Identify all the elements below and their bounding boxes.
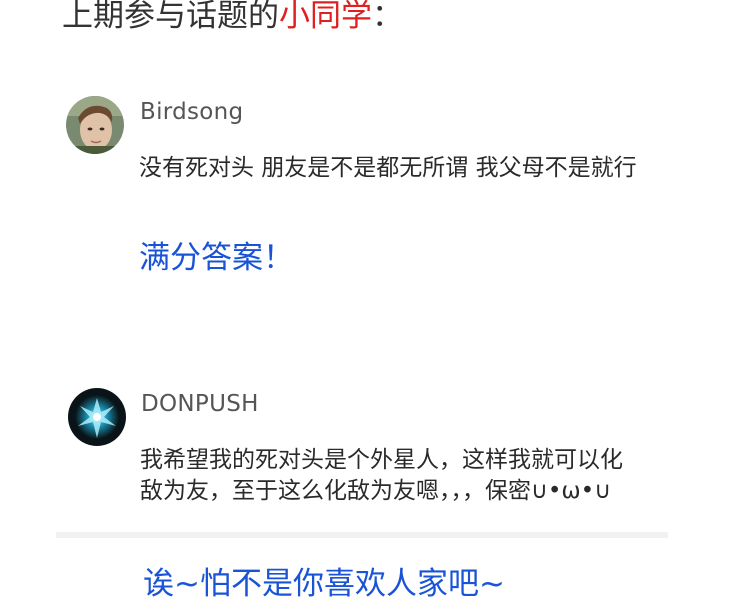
- comment-username[interactable]: Birdsong: [140, 99, 243, 125]
- comment-text: 我希望我的死对头是个外星人，这样我就可以化敌为友，至于这么化敌为友嗯，，，保密∪…: [140, 447, 623, 504]
- title-suffix: ：: [372, 0, 403, 34]
- title-prefix: 上期参与话题的: [62, 0, 279, 34]
- comment-text: 没有死对头 朋友是不是都无所谓 我父母不是就行: [139, 155, 637, 181]
- editor-reply: 诶~怕不是你喜欢人家吧~: [143, 566, 505, 602]
- reply-divider: [56, 532, 668, 538]
- comment-username[interactable]: DONPUSH: [141, 391, 259, 417]
- title-highlight: 小同学: [279, 0, 372, 34]
- editor-reply: 满分答案！: [139, 240, 294, 276]
- user-photo-avatar[interactable]: [66, 96, 124, 154]
- blue-glow-avatar[interactable]: [68, 388, 126, 446]
- section-title: 上期参与话题的小同学：: [62, 0, 403, 36]
